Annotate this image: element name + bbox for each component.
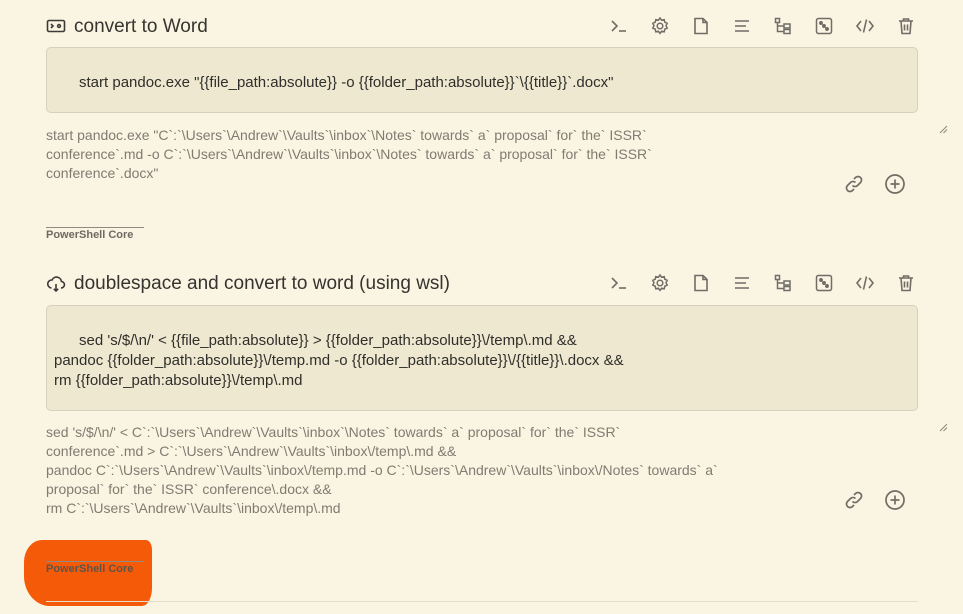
resize-handle-icon[interactable] [905, 398, 948, 432]
preview-line: rm C`:`\Users`\Andrew`\Vaults`\inbox\/te… [46, 500, 341, 516]
preview-line: sed 's/$/\n/' < C`:`\Users`\Andrew`\Vaul… [46, 424, 621, 440]
command-line: start pandoc.exe "{{file_path:absolute}}… [79, 74, 614, 91]
shell-label: PowerShell Core [46, 561, 145, 575]
command-side-actions [840, 170, 908, 197]
command-input[interactable]: sed 's/$/\n/' < {{file_path:absolute}} >… [46, 305, 948, 432]
command-preview: start pandoc.exe "C`:`\Users`\Andrew`\Va… [46, 126, 826, 183]
file-icon[interactable] [680, 14, 721, 38]
command-line: pandoc {{folder_path:absolute}}\/temp.md… [54, 352, 624, 369]
preview-line: conference`.docx" [46, 165, 159, 181]
align-left-icon[interactable] [721, 271, 762, 295]
command-toolbar [598, 14, 926, 38]
command-input[interactable]: start pandoc.exe "{{file_path:absolute}}… [46, 47, 948, 134]
terminal-icon [46, 17, 66, 37]
align-left-icon[interactable] [721, 14, 762, 38]
preview-line: pandoc C`:`\Users`\Andrew`\Vaults`\inbox… [46, 462, 718, 478]
plus-circle-icon[interactable] [881, 486, 908, 513]
code-icon[interactable] [844, 271, 885, 295]
tree-icon[interactable] [762, 271, 803, 295]
plus-circle-icon[interactable] [881, 170, 908, 197]
preview-line: proposal` for` the` ISSR` conference\.do… [46, 481, 332, 497]
shell-commands-settings: convert to Word start pandoc.exe "{{file… [0, 0, 963, 614]
link-icon[interactable] [840, 486, 867, 513]
terminal-icon[interactable] [598, 14, 639, 38]
command-preview: sed 's/$/\n/' < C`:`\Users`\Andrew`\Vaul… [46, 423, 826, 518]
preview-line: conference`.md -o C`:`\Users`\Andrew`\Va… [46, 146, 652, 162]
command-title[interactable]: convert to Word [74, 16, 208, 38]
dice-icon[interactable] [803, 271, 844, 295]
divider [46, 601, 918, 602]
file-icon[interactable] [680, 271, 721, 295]
command-line: sed 's/$/\n/' < {{file_path:absolute}} >… [79, 332, 577, 349]
dice-icon[interactable] [803, 14, 844, 38]
tree-icon[interactable] [762, 14, 803, 38]
trash-icon[interactable] [885, 14, 926, 38]
command-side-actions [840, 486, 908, 513]
command-toolbar [598, 271, 926, 295]
command-title-row: convert to Word [46, 14, 208, 40]
command-title[interactable]: doublespace and convert to word (using w… [74, 273, 450, 295]
preview-line: conference`.md > C`:`\Users`\Andrew`\Vau… [46, 443, 457, 459]
link-icon[interactable] [840, 170, 867, 197]
command-line: rm {{folder_path:absolute}}\/temp\.md [54, 372, 303, 389]
gear-icon[interactable] [639, 271, 680, 295]
shell-label: PowerShell Core [46, 227, 145, 241]
code-icon[interactable] [844, 14, 885, 38]
preview-line: start pandoc.exe "C`:`\Users`\Andrew`\Va… [46, 127, 647, 143]
terminal-icon[interactable] [598, 271, 639, 295]
command-title-row: doublespace and convert to word (using w… [46, 271, 450, 297]
trash-icon[interactable] [885, 271, 926, 295]
resize-handle-icon[interactable] [905, 100, 948, 134]
cloud-sync-icon [46, 274, 66, 294]
gear-icon[interactable] [639, 14, 680, 38]
